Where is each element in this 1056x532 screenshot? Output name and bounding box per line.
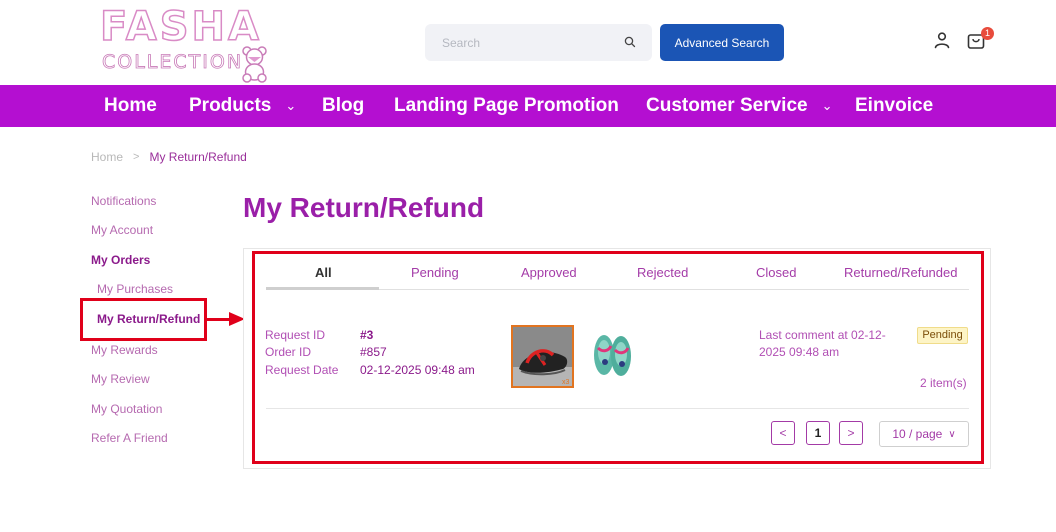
sidebar-item-notifications[interactable]: Notifications xyxy=(91,194,156,208)
nav-item-products[interactable]: Products ⌄ xyxy=(189,85,296,127)
sidebar-item-my-account[interactable]: My Account xyxy=(91,223,153,237)
breadcrumb-home-link[interactable]: Home xyxy=(91,150,123,164)
search-box xyxy=(425,24,652,61)
main-navigation: Home Products ⌄ Blog Landing Page Promot… xyxy=(0,85,1056,127)
cart-count-badge: 1 xyxy=(981,27,994,40)
annotation-highlight-box xyxy=(80,298,207,341)
nav-item-label: Einvoice xyxy=(855,95,934,116)
sidebar-item-my-quotation[interactable]: My Quotation xyxy=(91,402,162,416)
nav-item-einvoice[interactable]: Einvoice xyxy=(855,85,933,127)
sidebar-item-my-rewards[interactable]: My Rewards xyxy=(91,343,158,357)
site-header: FASHA COLLECTION Advanced Search xyxy=(0,0,1056,85)
nav-item-label: Blog xyxy=(322,95,365,116)
logo-wordmark-bottom: COLLECTION xyxy=(102,51,244,74)
nav-item-landing-page-promotion[interactable]: Landing Page Promotion xyxy=(394,85,619,127)
nav-item-blog[interactable]: Blog xyxy=(322,85,364,127)
sidebar-item-my-review[interactable]: My Review xyxy=(91,372,150,386)
sidebar-item-my-purchases[interactable]: My Purchases xyxy=(97,282,173,296)
advanced-search-button[interactable]: Advanced Search xyxy=(660,24,784,61)
annotation-arrow-line xyxy=(207,318,231,321)
breadcrumb-separator: > xyxy=(133,151,140,163)
breadcrumb: Home > My Return/Refund xyxy=(91,150,247,164)
nav-item-customer-service[interactable]: Customer Service ⌄ xyxy=(646,85,832,127)
chevron-down-icon: ⌄ xyxy=(821,98,833,113)
nav-item-label: Home xyxy=(104,95,157,116)
nav-item-home[interactable]: Home xyxy=(104,85,157,127)
page-title: My Return/Refund xyxy=(243,192,485,223)
sidebar-item-my-orders[interactable]: My Orders xyxy=(91,253,150,267)
fasha-logo[interactable]: FASHA COLLECTION xyxy=(99,4,280,83)
nav-item-label: Products xyxy=(189,95,272,116)
nav-item-label: Customer Service xyxy=(646,95,808,116)
sidebar-item-refer-a-friend[interactable]: Refer A Friend xyxy=(91,431,168,445)
breadcrumb-current: My Return/Refund xyxy=(149,150,247,164)
teddy-bear-icon xyxy=(242,46,267,83)
chevron-down-icon: ⌄ xyxy=(285,98,297,113)
nav-item-label: Landing Page Promotion xyxy=(394,95,619,116)
search-icon[interactable] xyxy=(624,36,636,48)
search-input[interactable] xyxy=(425,24,615,61)
logo-wordmark-top: FASHA xyxy=(99,4,262,50)
user-icon[interactable] xyxy=(933,31,951,49)
annotation-highlight-frame xyxy=(252,251,984,464)
